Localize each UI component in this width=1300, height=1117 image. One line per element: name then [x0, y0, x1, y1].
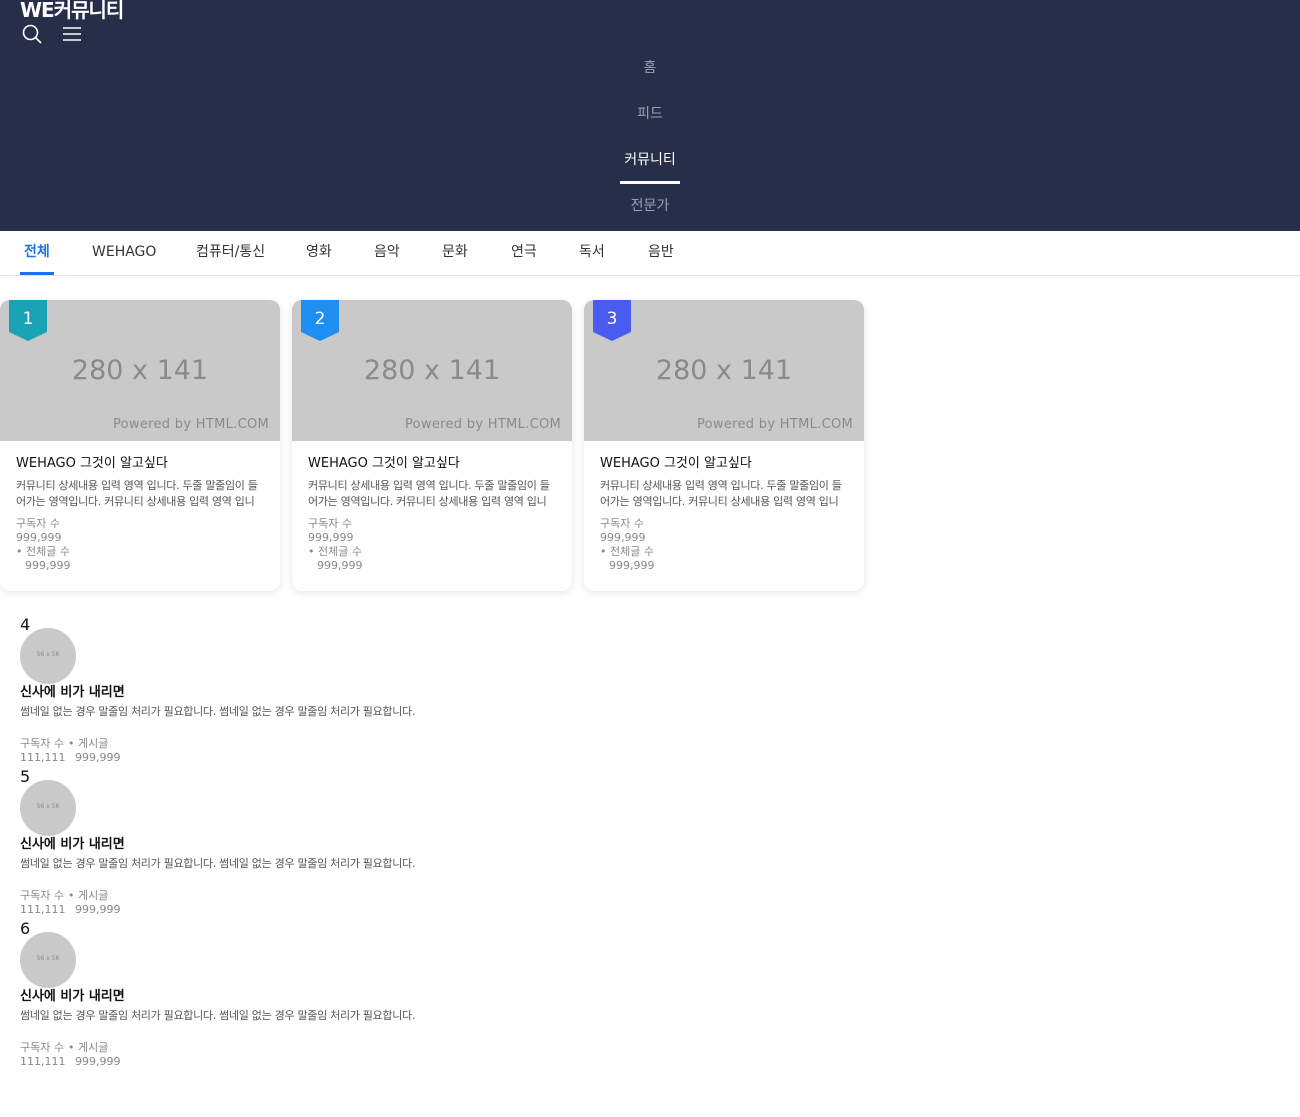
- rank-number: 1: [22, 309, 34, 329]
- subscribers-label: 구독자 수: [20, 1041, 64, 1054]
- subscribers-count: 999,999: [16, 531, 62, 544]
- card-description: 커뮤니티 상세내용 입력 영역 입니다. 두줄 말줄임이 들어가는 영역입니다.…: [600, 479, 842, 508]
- subscribers-count: 111,111: [20, 903, 66, 916]
- card-title: WEHAGO 그것이 알고싶다: [308, 456, 460, 471]
- subscribers-label: 구독자 수: [16, 517, 60, 530]
- list-item-title[interactable]: 신사에 비가 내리면: [20, 684, 125, 702]
- subscribers-label: 구독자 수: [308, 517, 352, 530]
- posts-label: • 게시글: [68, 737, 109, 750]
- posts-count: 999,999: [75, 751, 121, 764]
- subscribers-count: 999,999: [600, 531, 646, 544]
- community-card[interactable]: 280 x 141 Powered by HTML.COM 1 WEHAGO 그…: [0, 300, 280, 591]
- list-item[interactable]: 6 56 x 56 신사에 비가 내리면 썸네일 없는 경우 말줄임 처리가 필…: [20, 920, 620, 1070]
- card-title: WEHAGO 그것이 알고싶다: [16, 456, 168, 471]
- nav-item-expert: 전문가: [0, 196, 1300, 216]
- list-rank-number: 4: [20, 615, 31, 634]
- subscribers-count: 111,111: [20, 1055, 66, 1068]
- rank-number: 3: [606, 309, 618, 329]
- nav-item-home: 홈: [0, 58, 1300, 78]
- nav-active-underline: [620, 181, 680, 184]
- posts-count: 999,999: [317, 559, 363, 572]
- posts-label: • 전체글 수: [600, 545, 654, 558]
- list-item-description: 썸네일 없는 경우 말줄임 처리가 필요합니다. 썸네일 없는 경우 말줄임 처…: [20, 1009, 416, 1022]
- tab-movie[interactable]: 영화: [306, 242, 332, 262]
- subscribers-label: 구독자 수: [20, 737, 64, 750]
- card-title: WEHAGO 그것이 알고싶다: [600, 456, 752, 471]
- header: WE커뮤니티 홈 피드 커뮤니티 전문가: [0, 0, 1300, 231]
- posts-label: • 게시글: [68, 1041, 109, 1054]
- avatar[interactable]: 56 x 56: [20, 780, 76, 836]
- tab-reading[interactable]: 독서: [579, 242, 605, 262]
- nav-item-community: 커뮤니티: [0, 150, 1300, 170]
- avatar[interactable]: 56 x 56: [20, 628, 76, 684]
- posts-label: • 전체글 수: [16, 545, 70, 558]
- nav-item-home-label[interactable]: 홈: [644, 60, 657, 76]
- community-card[interactable]: 280 x 141 Powered by HTML.COM 3 WEHAGO 그…: [584, 300, 864, 591]
- tab-culture[interactable]: 문화: [442, 242, 468, 262]
- tab-music[interactable]: 음악: [374, 242, 400, 262]
- subscribers-label: 구독자 수: [600, 517, 644, 530]
- thumbnail-size-text: 280 x 141: [655, 355, 793, 386]
- hamburger-menu-icon[interactable]: [60, 22, 84, 46]
- thumbnail-powered-text: Powered by HTML.COM: [404, 417, 561, 432]
- subscribers-count: 999,999: [308, 531, 354, 544]
- tab-theater[interactable]: 연극: [511, 242, 537, 262]
- list-item-description: 썸네일 없는 경우 말줄임 처리가 필요합니다. 썸네일 없는 경우 말줄임 처…: [20, 857, 416, 870]
- card-description: 커뮤니티 상세내용 입력 영역 입니다. 두줄 말줄임이 들어가는 영역입니다.…: [16, 479, 258, 508]
- posts-count: 999,999: [75, 903, 121, 916]
- subscribers-count: 111,111: [20, 751, 66, 764]
- tab-album[interactable]: 음반: [648, 242, 674, 262]
- list-item[interactable]: 5 56 x 56 신사에 비가 내리면 썸네일 없는 경우 말줄임 처리가 필…: [20, 768, 620, 918]
- posts-count: 999,999: [75, 1055, 121, 1068]
- card-description: 커뮤니티 상세내용 입력 영역 입니다. 두줄 말줄임이 들어가는 영역입니다.…: [308, 479, 550, 508]
- rank-badge: 2: [301, 300, 339, 341]
- list-rank-number: 5: [20, 767, 31, 786]
- avatar-size-text: 56 x 56: [36, 955, 60, 962]
- category-tabs: 전체 WEHAGO 컴퓨터/통신 영화 음악 문화 연극 독서 음반: [0, 231, 1300, 276]
- posts-label: • 전체글 수: [308, 545, 362, 558]
- list-item-title[interactable]: 신사에 비가 내리면: [20, 836, 125, 854]
- nav-item-feed: 피드: [0, 104, 1300, 124]
- list-item-title[interactable]: 신사에 비가 내리면: [20, 988, 125, 1006]
- community-card[interactable]: 280 x 141 Powered by HTML.COM 2 WEHAGO 그…: [292, 300, 572, 591]
- nav-item-feed-label[interactable]: 피드: [637, 106, 663, 122]
- brand-title[interactable]: WE커뮤니티: [20, 0, 124, 22]
- avatar[interactable]: 56 x 56: [20, 932, 76, 988]
- posts-label: • 게시글: [68, 889, 109, 902]
- list-item-description: 썸네일 없는 경우 말줄임 처리가 필요합니다. 썸네일 없는 경우 말줄임 처…: [20, 705, 416, 718]
- nav-item-expert-label[interactable]: 전문가: [631, 198, 670, 214]
- thumbnail-powered-text: Powered by HTML.COM: [112, 417, 269, 432]
- subscribers-label: 구독자 수: [20, 889, 64, 902]
- avatar-size-text: 56 x 56: [36, 803, 60, 810]
- list-rank-number: 6: [20, 919, 31, 938]
- tab-computer[interactable]: 컴퓨터/통신: [196, 242, 265, 262]
- tab-wehago[interactable]: WEHAGO: [92, 242, 156, 262]
- search-icon[interactable]: [20, 22, 44, 46]
- avatar-size-text: 56 x 56: [36, 651, 60, 658]
- nav-item-community-label[interactable]: 커뮤니티: [624, 152, 676, 168]
- posts-count: 999,999: [609, 559, 655, 572]
- posts-count: 999,999: [25, 559, 71, 572]
- rank-number: 2: [314, 309, 326, 329]
- rank-badge: 3: [593, 300, 631, 341]
- tab-all[interactable]: 전체: [24, 242, 50, 262]
- thumbnail-size-text: 280 x 141: [363, 355, 501, 386]
- rank-badge: 1: [9, 300, 47, 341]
- tab-active-indicator: [20, 272, 54, 275]
- list-item[interactable]: 4 56 x 56 신사에 비가 내리면 썸네일 없는 경우 말줄임 처리가 필…: [20, 616, 620, 766]
- thumbnail-powered-text: Powered by HTML.COM: [696, 417, 853, 432]
- thumbnail-size-text: 280 x 141: [71, 355, 209, 386]
